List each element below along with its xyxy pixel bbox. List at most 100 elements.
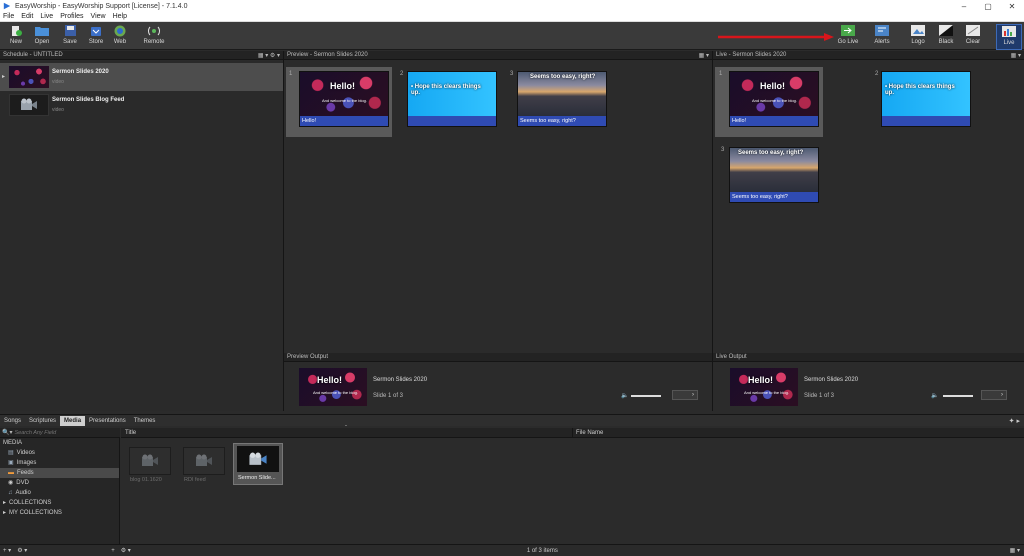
alerts-icon (875, 24, 889, 37)
preview-output-panel: Hello! And welcome to the blog. Sermon S… (284, 363, 712, 411)
menu-file[interactable]: File (3, 13, 14, 20)
open-button[interactable]: Open (30, 24, 54, 50)
search-bar: 🔍▾ (0, 428, 120, 438)
new-button[interactable]: New (4, 24, 28, 50)
black-icon (939, 24, 953, 37)
save-icon (63, 24, 77, 37)
tab-scriptures[interactable]: Scriptures (25, 416, 60, 426)
live-slide[interactable]: Hello! And welcome to the blog. Hello! (729, 71, 819, 127)
tree-item-videos[interactable]: ▤ Videos (0, 448, 119, 458)
audio-icon: ♫ (8, 490, 13, 496)
item-count: 1 of 3 items (526, 547, 558, 554)
clear-button[interactable]: Clear (961, 24, 985, 50)
media-item[interactable] (183, 447, 225, 475)
settings-icon[interactable]: ⚙ ▾ (17, 547, 27, 554)
app-logo-icon (3, 2, 11, 10)
close-button[interactable]: ✕ (1000, 2, 1024, 11)
store-icon (89, 24, 103, 37)
preview-output-thumb: Hello! And welcome to the blog. (299, 368, 367, 406)
preview-slide[interactable]: Hello! And welcome to the blog. Hello! (299, 71, 389, 127)
add-media-icon[interactable]: + (111, 548, 115, 554)
maximize-button[interactable]: ▢ (976, 2, 1000, 11)
video-camera-icon (249, 452, 267, 465)
media-item[interactable] (129, 447, 171, 475)
live-icon (1002, 25, 1016, 38)
menu-edit[interactable]: Edit (21, 13, 33, 20)
volume-slider[interactable] (943, 395, 973, 397)
minimize-button[interactable]: – (952, 2, 976, 11)
view-toggle-icon[interactable]: ▦ ▾ (1010, 547, 1020, 554)
dvd-icon: ◉ (8, 480, 14, 486)
alerts-button[interactable]: Alerts (870, 24, 894, 50)
live-slide[interactable]: • Hope this clears things up. (881, 71, 971, 127)
store-button[interactable]: Store (84, 24, 108, 50)
menu-profiles[interactable]: Profiles (60, 13, 83, 20)
globe-icon (113, 24, 127, 37)
live-slide[interactable]: Seems too easy, right? Seems too easy, r… (729, 147, 819, 203)
video-camera-icon (196, 454, 212, 466)
feeds-icon: ▬ (8, 470, 14, 476)
window-title: EasyWorship - EasyWorship Support [Licen… (15, 2, 188, 10)
annotation-arrow-icon (718, 33, 834, 41)
black-button[interactable]: Black (934, 24, 958, 50)
next-slide-button[interactable]: › (672, 390, 698, 400)
sort-indicator-icon: ˆ (345, 426, 347, 432)
new-icon (9, 24, 23, 37)
status-bar: + ▾ ⚙ ▾ + ⚙ ▾ 1 of 3 items ▦ ▾ (0, 544, 1024, 556)
volume-slider[interactable] (631, 395, 661, 397)
tab-songs[interactable]: Songs (0, 416, 25, 426)
tree-item-audio[interactable]: ♫ Audio (0, 488, 119, 498)
tab-media[interactable]: Media (60, 415, 86, 426)
search-input[interactable] (14, 429, 105, 436)
toolbar: New Open Save Store Web Remote Go Live A… (0, 22, 1024, 50)
remote-button[interactable]: Remote (142, 24, 166, 50)
web-button[interactable]: Web (108, 24, 132, 50)
column-title[interactable]: Title (125, 430, 136, 436)
remote-icon (147, 24, 161, 37)
media-item-selected[interactable]: Sermon Slide... (233, 443, 283, 485)
add-icon[interactable]: + ▾ (3, 547, 11, 554)
tab-themes[interactable]: Themes (130, 416, 160, 426)
video-camera-icon (142, 454, 158, 466)
media-grid: blog 01.1620 RDI feed Sermon Slide... (121, 439, 1024, 544)
volume-icon[interactable]: 🔈 (931, 392, 938, 399)
preview-view-icon[interactable]: ▦ ▾ (699, 52, 709, 59)
tree-item-dvd[interactable]: ◉ DVD (0, 478, 119, 488)
save-button[interactable]: Save (58, 24, 82, 50)
preview-slide[interactable]: • Hope this clears things up. (407, 71, 497, 127)
schedule-item[interactable]: Sermon Slides Blog Feed video (0, 91, 283, 119)
preview-slides-panel: 1 Hello! And welcome to the blog. Hello!… (284, 61, 712, 351)
menu-view[interactable]: View (91, 13, 106, 20)
column-header-row: Title ˆ File Name (121, 426, 1024, 438)
column-divider[interactable] (572, 428, 573, 438)
preview-output-header: Preview Output (284, 353, 712, 362)
library-tabs: Songs Scriptures Media Presentations The… (0, 414, 1024, 426)
menu-live[interactable]: Live (40, 13, 53, 20)
column-file-name[interactable]: File Name (576, 430, 603, 436)
live-view-icon[interactable]: ▦ ▾ (1011, 52, 1021, 59)
tree-item-feeds[interactable]: ▬ Feeds (0, 468, 119, 478)
title-bar: EasyWorship - EasyWorship Support [Licen… (0, 0, 1024, 12)
next-slide-button[interactable]: › (981, 390, 1007, 400)
schedule-item[interactable]: ▸ Sermon Slides 2020 video (0, 63, 283, 91)
live-output-thumb: Hello! And welcome to the blog. (730, 368, 798, 406)
expand-arrow-icon: ▸ (3, 510, 7, 516)
media-settings-icon[interactable]: ⚙ ▾ (121, 547, 131, 554)
tab-presentations[interactable]: Presentations (85, 416, 130, 426)
library-tools-icon[interactable]: ✦ ▸ (1009, 417, 1020, 425)
schedule-view-icon[interactable]: ▦ ▾ ⚙ ▾ (258, 52, 280, 59)
volume-icon[interactable]: 🔈 (621, 392, 628, 399)
logo-button[interactable]: Logo (906, 24, 930, 50)
search-icon: 🔍▾ (2, 430, 13, 436)
videos-icon: ▤ (8, 450, 14, 456)
preview-slide[interactable]: Seems too easy, right? Seems too easy, r… (517, 71, 607, 127)
live-button[interactable]: Live (996, 24, 1022, 50)
tree-item-images[interactable]: ▣ Images (0, 458, 119, 468)
live-output-header: Live Output (713, 353, 1024, 362)
tree-my-collections[interactable]: ▸ MY COLLECTIONS (0, 508, 119, 518)
logo-icon (911, 24, 925, 37)
tree-collections[interactable]: ▸ COLLECTIONS (0, 498, 119, 508)
live-output-panel: Hello! And welcome to the blog. Sermon S… (713, 363, 1024, 411)
menu-help[interactable]: Help (113, 13, 127, 20)
go-live-button[interactable]: Go Live (836, 24, 860, 50)
